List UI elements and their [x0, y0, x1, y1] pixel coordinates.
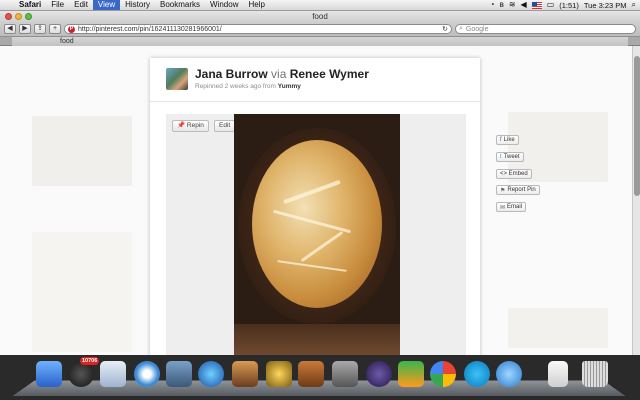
menu-clock[interactable]: Tue 3:23 PM: [584, 1, 627, 10]
safari-icon[interactable]: [134, 361, 160, 387]
forward-button[interactable]: ▶: [19, 24, 31, 34]
pin-header: Jana Burrow via Renee Wymer Repinned 2 w…: [150, 58, 480, 102]
zoom-window-button[interactable]: [25, 13, 32, 20]
battery-time: (1:51): [559, 0, 579, 10]
via-label: via: [271, 67, 287, 81]
repin-label: Repin: [186, 122, 204, 129]
menu-bookmarks[interactable]: Bookmarks: [155, 0, 205, 10]
garageband-icon[interactable]: [298, 361, 324, 387]
avatar[interactable]: [166, 68, 188, 90]
input-source-flag-icon[interactable]: [531, 1, 542, 9]
picasa-icon[interactable]: [430, 361, 456, 387]
report-pin-button[interactable]: ⚑ Report Pin: [496, 185, 540, 195]
flag-icon: ⚑: [500, 187, 506, 194]
volume-icon[interactable]: ◀: [521, 0, 527, 10]
tab-food[interactable]: food: [12, 37, 628, 46]
menu-app[interactable]: Safari: [14, 0, 46, 10]
script-app-icon[interactable]: [366, 361, 392, 387]
mail-unread-badge: 10706: [80, 357, 100, 365]
search-icon: ⌕: [459, 25, 463, 32]
tab-bar: food: [0, 36, 640, 46]
twitter-icon: t: [500, 154, 502, 160]
like-label: Like: [503, 137, 515, 143]
dock: 10706: [0, 355, 640, 400]
facebook-icon: f: [500, 137, 502, 143]
system-preferences-icon[interactable]: [332, 361, 358, 387]
iphoto-icon[interactable]: [232, 361, 258, 387]
address-text: http://pinterest.com/pin/162411130281966…: [78, 25, 222, 33]
edit-label: Edit: [219, 122, 231, 129]
report-label: Report Pin: [507, 187, 536, 193]
pin-image[interactable]: [234, 114, 400, 355]
pin-title: Jana Burrow via Renee Wymer: [195, 67, 369, 81]
menu-help[interactable]: Help: [243, 0, 269, 10]
tweet-button[interactable]: t Tweet: [496, 152, 524, 162]
pin-subtitle: Repinned 2 weeks ago from Yummy: [195, 83, 301, 90]
embed-label: <> Embed: [500, 171, 528, 177]
embed-button[interactable]: <> Embed: [496, 169, 532, 179]
window-title-bar: food: [0, 11, 640, 22]
envelope-icon: ✉: [500, 204, 506, 211]
scrollbar-thumb[interactable]: [634, 56, 640, 196]
menu-window[interactable]: Window: [205, 0, 243, 10]
repin-button[interactable]: 📌 Repin: [172, 120, 209, 132]
spotlight-icon[interactable]: ⌕: [632, 0, 636, 10]
battery-icon[interactable]: ▭: [547, 0, 555, 10]
wifi-icon[interactable]: ≋: [509, 0, 516, 10]
window-title: food: [312, 12, 328, 21]
source-pinner-name[interactable]: Renee Wymer: [290, 67, 369, 81]
mail-icon[interactable]: [100, 361, 126, 387]
page-scrollbar[interactable]: [632, 46, 640, 355]
email-button[interactable]: ✉ Email: [496, 202, 527, 212]
source-board-link[interactable]: Yummy: [278, 83, 301, 90]
pinner-name[interactable]: Jana Burrow: [195, 67, 268, 81]
trash-icon[interactable]: [582, 361, 608, 387]
close-window-button[interactable]: [5, 13, 12, 20]
edit-button[interactable]: Edit: [214, 120, 236, 132]
menu-file[interactable]: File: [46, 0, 69, 10]
reload-icon[interactable]: ↻: [442, 25, 451, 33]
menu-status-area: ◔ ʙ ≋ ◀ ▭ (1:51) Tue 3:23 PM ⌕: [490, 0, 640, 10]
finder-icon[interactable]: [36, 361, 62, 387]
pin-icon: 📌: [177, 122, 186, 129]
chart-app-icon[interactable]: [398, 361, 424, 387]
search-field[interactable]: ⌕ Google: [455, 24, 636, 34]
repin-time: Repinned 2 weeks ago from: [195, 83, 276, 90]
address-bar[interactable]: P http://pinterest.com/pin/1624111302819…: [64, 24, 452, 34]
back-button[interactable]: ◀: [4, 24, 16, 34]
menu-bar: Safari File Edit View History Bookmarks …: [0, 0, 640, 11]
pin-detail-panel: Jana Burrow via Renee Wymer Repinned 2 w…: [150, 58, 480, 355]
facebook-like-button[interactable]: f Like: [496, 135, 519, 145]
menu-view[interactable]: View: [92, 0, 121, 10]
pinterest-favicon-icon: P: [68, 25, 75, 33]
add-bookmark-button[interactable]: +: [49, 24, 61, 34]
browser-toolbar: ◀ ▶ ⇪ + P http://pinterest.com/pin/16241…: [0, 22, 640, 36]
itunes-icon[interactable]: [198, 361, 224, 387]
tweet-label: Tweet: [503, 154, 520, 160]
imovie-icon[interactable]: [266, 361, 292, 387]
facetime-icon[interactable]: [496, 361, 522, 387]
time-machine-icon[interactable]: ◔: [490, 0, 495, 10]
email-label: Email: [507, 204, 523, 210]
menu-edit[interactable]: Edit: [69, 0, 93, 10]
tab-label: food: [60, 38, 74, 45]
document-icon[interactable]: [548, 361, 568, 387]
cutting-board-image: [234, 324, 400, 355]
menu-history[interactable]: History: [120, 0, 155, 10]
bread-loaf-image: [252, 140, 382, 308]
share-icon[interactable]: ⇪: [34, 24, 46, 34]
bluetooth-icon[interactable]: ʙ: [500, 0, 504, 10]
pin-image-area: 📌 Repin Edit: [166, 114, 466, 355]
search-placeholder: Google: [465, 25, 489, 33]
minimize-window-button[interactable]: [15, 13, 22, 20]
skype-icon[interactable]: [464, 361, 490, 387]
photo-app-icon[interactable]: [166, 361, 192, 387]
page-content: Jana Burrow via Renee Wymer Repinned 2 w…: [0, 46, 632, 355]
